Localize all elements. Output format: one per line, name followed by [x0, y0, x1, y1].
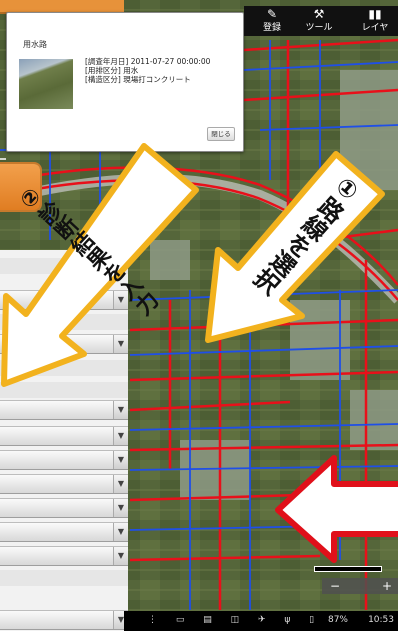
- form-select-10[interactable]: ▼: [0, 610, 128, 630]
- wrench-icon: ⚒: [313, 7, 325, 21]
- chevron-down-icon: ▼: [113, 499, 128, 517]
- chevron-down-icon: ▼: [113, 475, 128, 493]
- popup-title: 用水路: [23, 40, 47, 49]
- form-select-7[interactable]: ▼: [0, 498, 128, 518]
- layers-button[interactable]: ▮▮ レイヤ: [352, 6, 398, 36]
- chevron-down-icon: ▼: [113, 427, 128, 445]
- tools-button[interactable]: ⚒ ツール: [296, 6, 342, 36]
- register-label: 登録: [262, 23, 281, 33]
- map-toolbar: ✎ 登録 ⚒ ツール ▮▮ レイヤ: [244, 6, 398, 36]
- big-left-arrow: [275, 455, 398, 563]
- map-scale-bar: [314, 566, 382, 572]
- usage-type-text: [用排区分] 用水: [85, 66, 139, 75]
- chevron-down-icon: ▼: [113, 547, 128, 565]
- structure-type-text: [構造区分] 現場打コンクリート: [85, 75, 191, 84]
- status-icons: ⋮ ▭ ▤ ◫ ✈ ψ ▯: [148, 615, 323, 625]
- survey-date-text: [調査年月日] 2011-07-27 00:00:00: [85, 57, 211, 66]
- layers-label: レイヤ: [361, 23, 389, 33]
- tools-label: ツール: [305, 23, 333, 33]
- form-label-bar: [0, 570, 128, 586]
- layers-icon: ▮▮: [368, 7, 382, 21]
- form-select-4[interactable]: ▼: [0, 426, 128, 446]
- step2-text: ②診断結果を入力: [13, 181, 162, 322]
- canal-photo-thumbnail[interactable]: [19, 59, 73, 109]
- close-button[interactable]: 閉じる: [207, 127, 235, 141]
- chevron-down-icon: ▼: [113, 523, 128, 541]
- feature-info-popup: 用水路 [調査年月日] 2011-07-27 00:00:00 [用排区分] 用…: [6, 12, 244, 152]
- zoom-out-button[interactable]: −: [330, 578, 340, 594]
- form-select-5[interactable]: ▼: [0, 450, 128, 470]
- clock: 10:53: [368, 615, 394, 625]
- popup-details: [調査年月日] 2011-07-27 00:00:00 [用排区分] 用水 [構…: [85, 57, 210, 84]
- form-select-9[interactable]: ▼: [0, 546, 128, 566]
- battery-indicator: 87%: [327, 615, 348, 625]
- register-button[interactable]: ✎ 登録: [254, 6, 290, 36]
- status-bar: ⋮ ▭ ▤ ◫ ✈ ψ ▯ 87% 10:53: [124, 611, 398, 631]
- chevron-down-icon: ▼: [113, 451, 128, 469]
- zoom-in-button[interactable]: +: [382, 578, 392, 594]
- pencil-icon: ✎: [266, 7, 278, 21]
- form-select-8[interactable]: ▼: [0, 522, 128, 542]
- form-select-6[interactable]: ▼: [0, 474, 128, 494]
- form-select-3[interactable]: ▼: [0, 400, 128, 420]
- step1-text: ①路線を選択: [246, 169, 367, 298]
- chevron-down-icon: ▼: [113, 401, 128, 419]
- zoom-control: − +: [322, 578, 398, 594]
